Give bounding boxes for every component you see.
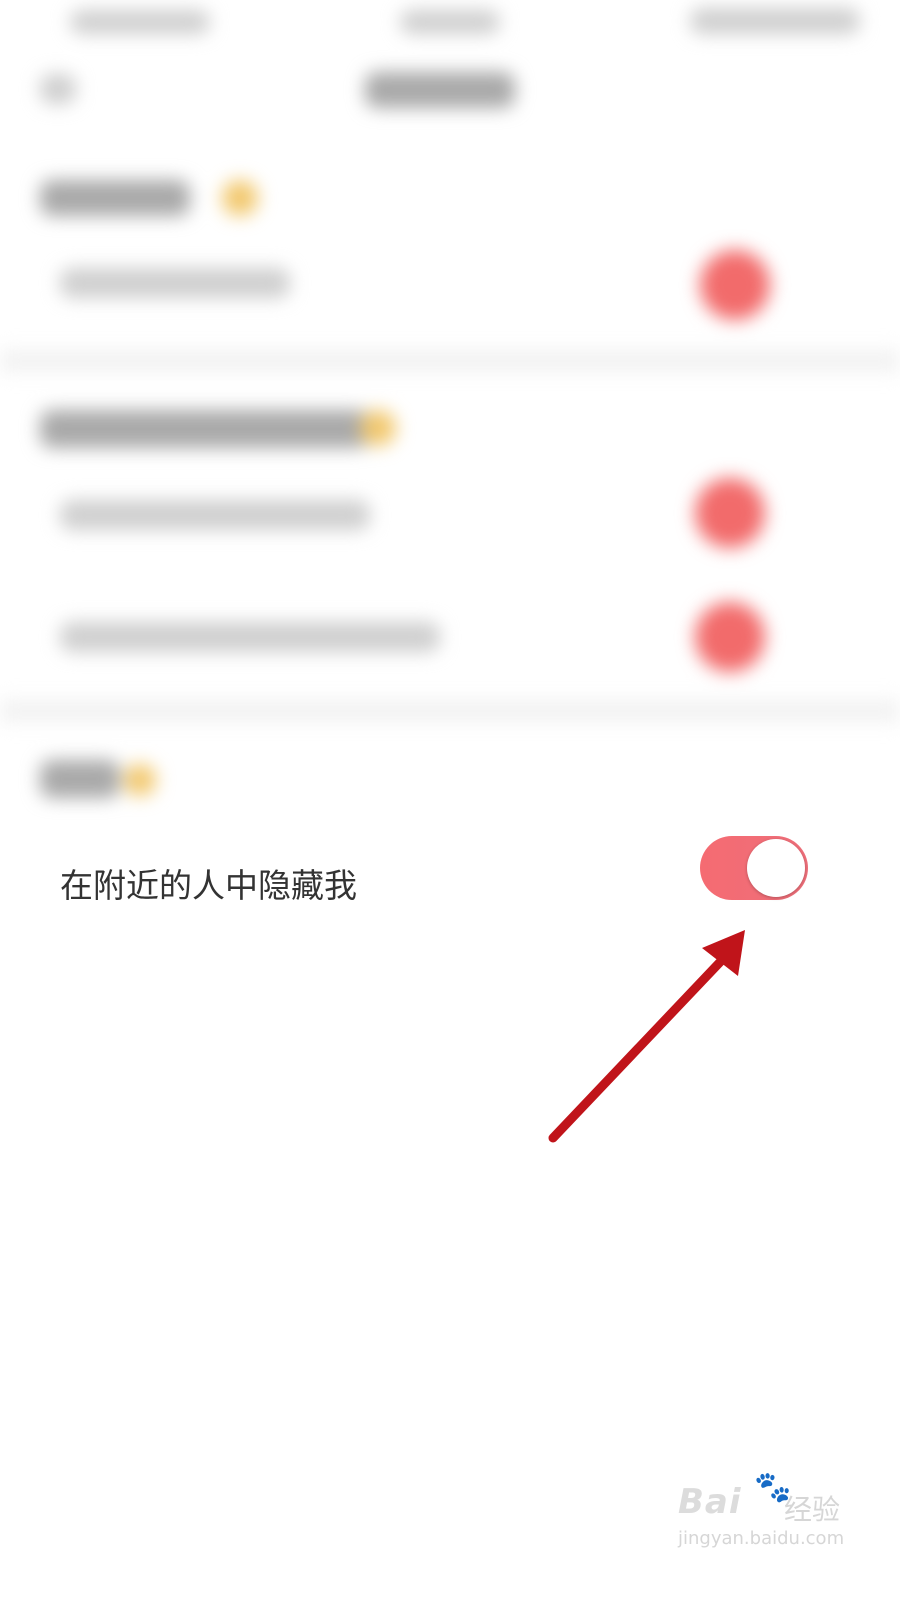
hide-me-nearby-toggle[interactable] <box>700 836 808 900</box>
row-label-3 <box>60 622 440 652</box>
hide-me-nearby-row: 在附近的人中隐藏我 <box>0 830 900 942</box>
row-label-2 <box>60 500 370 530</box>
row-toggle-3 <box>695 602 765 672</box>
row-toggle-1 <box>700 250 770 320</box>
status-bar-right <box>690 8 860 34</box>
section-divider-1 <box>0 350 900 372</box>
section-header-3 <box>40 760 120 798</box>
watermark-brand-suffix: 经验 <box>784 1493 841 1526</box>
toggle-knob <box>747 839 805 897</box>
section-header-1 <box>40 180 190 216</box>
baidu-jingyan-watermark: Bai 🐾 经验 jingyan.baidu.com <box>676 1470 846 1560</box>
watermark-url: jingyan.baidu.com <box>678 1528 845 1549</box>
section-badge-2 <box>360 410 396 446</box>
blurred-settings-area <box>0 0 900 830</box>
hide-me-nearby-label: 在附近的人中隐藏我 <box>60 866 357 905</box>
nav-title <box>365 72 515 108</box>
section-badge-3 <box>124 764 156 796</box>
status-bar-center <box>400 10 500 34</box>
section-header-2 <box>40 410 370 448</box>
row-label-1 <box>60 268 290 298</box>
back-icon <box>40 74 76 104</box>
section-divider-2 <box>0 700 900 722</box>
watermark-brand: Bai <box>678 1482 742 1522</box>
row-toggle-2 <box>695 478 765 548</box>
section-badge-1 <box>222 180 258 216</box>
status-bar-left <box>70 10 210 34</box>
